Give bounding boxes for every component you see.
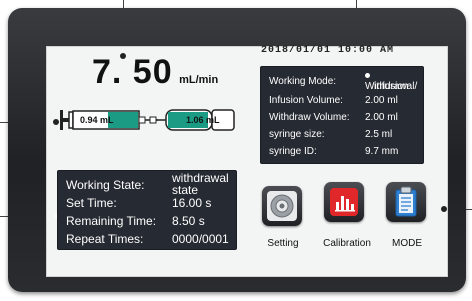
remaining-time-label: Remaining Time: bbox=[66, 214, 157, 228]
set-time-label: Set Time: bbox=[66, 196, 117, 210]
callout-dot bbox=[441, 206, 447, 212]
infusion-volume-label: Infusion Volume: bbox=[269, 95, 343, 106]
gear-icon bbox=[267, 191, 297, 221]
calibration-label: Calibration bbox=[323, 238, 371, 249]
calibration-button[interactable] bbox=[324, 182, 364, 222]
bullet-icon bbox=[365, 72, 370, 78]
clipboard-icon bbox=[395, 186, 417, 217]
infusion-volume-value: 2.00 ml bbox=[365, 95, 398, 106]
date-time: 2018/01/01 10:00 AM bbox=[261, 45, 395, 56]
remaining-time-value: 8.50 s bbox=[172, 214, 205, 228]
flow-rate-display: 7. 50 mL/min bbox=[92, 53, 218, 92]
withdraw-volume-label: Withdraw Volume: bbox=[269, 112, 350, 123]
working-mode-value-2: infusion bbox=[374, 81, 409, 92]
syringe-id-value: 9.7 mm bbox=[365, 146, 399, 157]
setting-label: Setting bbox=[267, 238, 299, 249]
left-syringe-volume: 0.94 mL bbox=[80, 115, 114, 125]
working-state-value-2: state bbox=[172, 183, 199, 197]
syringe-diagram: 0.94 mL 1.06 mL bbox=[50, 104, 240, 138]
parameters-panel: Working Mode: Withdrawal/ infusion Infus… bbox=[260, 66, 424, 164]
bar-chart-icon bbox=[330, 188, 358, 216]
working-state-label: Working State: bbox=[66, 178, 145, 192]
syringe-size-value: 2.5 ml bbox=[365, 129, 393, 140]
state-panel: Working State: withdrawal state Set Time… bbox=[57, 170, 237, 250]
withdraw-volume-value: 2.00 ml bbox=[365, 112, 398, 123]
set-time-value: 16.00 s bbox=[172, 196, 212, 210]
flow-rate-unit: mL/min bbox=[179, 74, 219, 86]
repeat-times-label: Repeat Times: bbox=[66, 232, 144, 246]
repeat-times-value: 0000/0001 bbox=[172, 232, 229, 246]
syringe-id-label: syringe ID: bbox=[269, 146, 317, 157]
right-syringe-volume: 1.06 mL bbox=[186, 115, 220, 125]
mode-label: MODE bbox=[392, 238, 422, 249]
mode-button[interactable] bbox=[386, 182, 426, 222]
syringe-size-label: syringe size: bbox=[269, 129, 325, 140]
flow-rate-value: 7. 50 bbox=[92, 53, 173, 91]
setting-button[interactable] bbox=[262, 186, 302, 226]
working-mode-label: Working Mode: bbox=[269, 76, 337, 87]
